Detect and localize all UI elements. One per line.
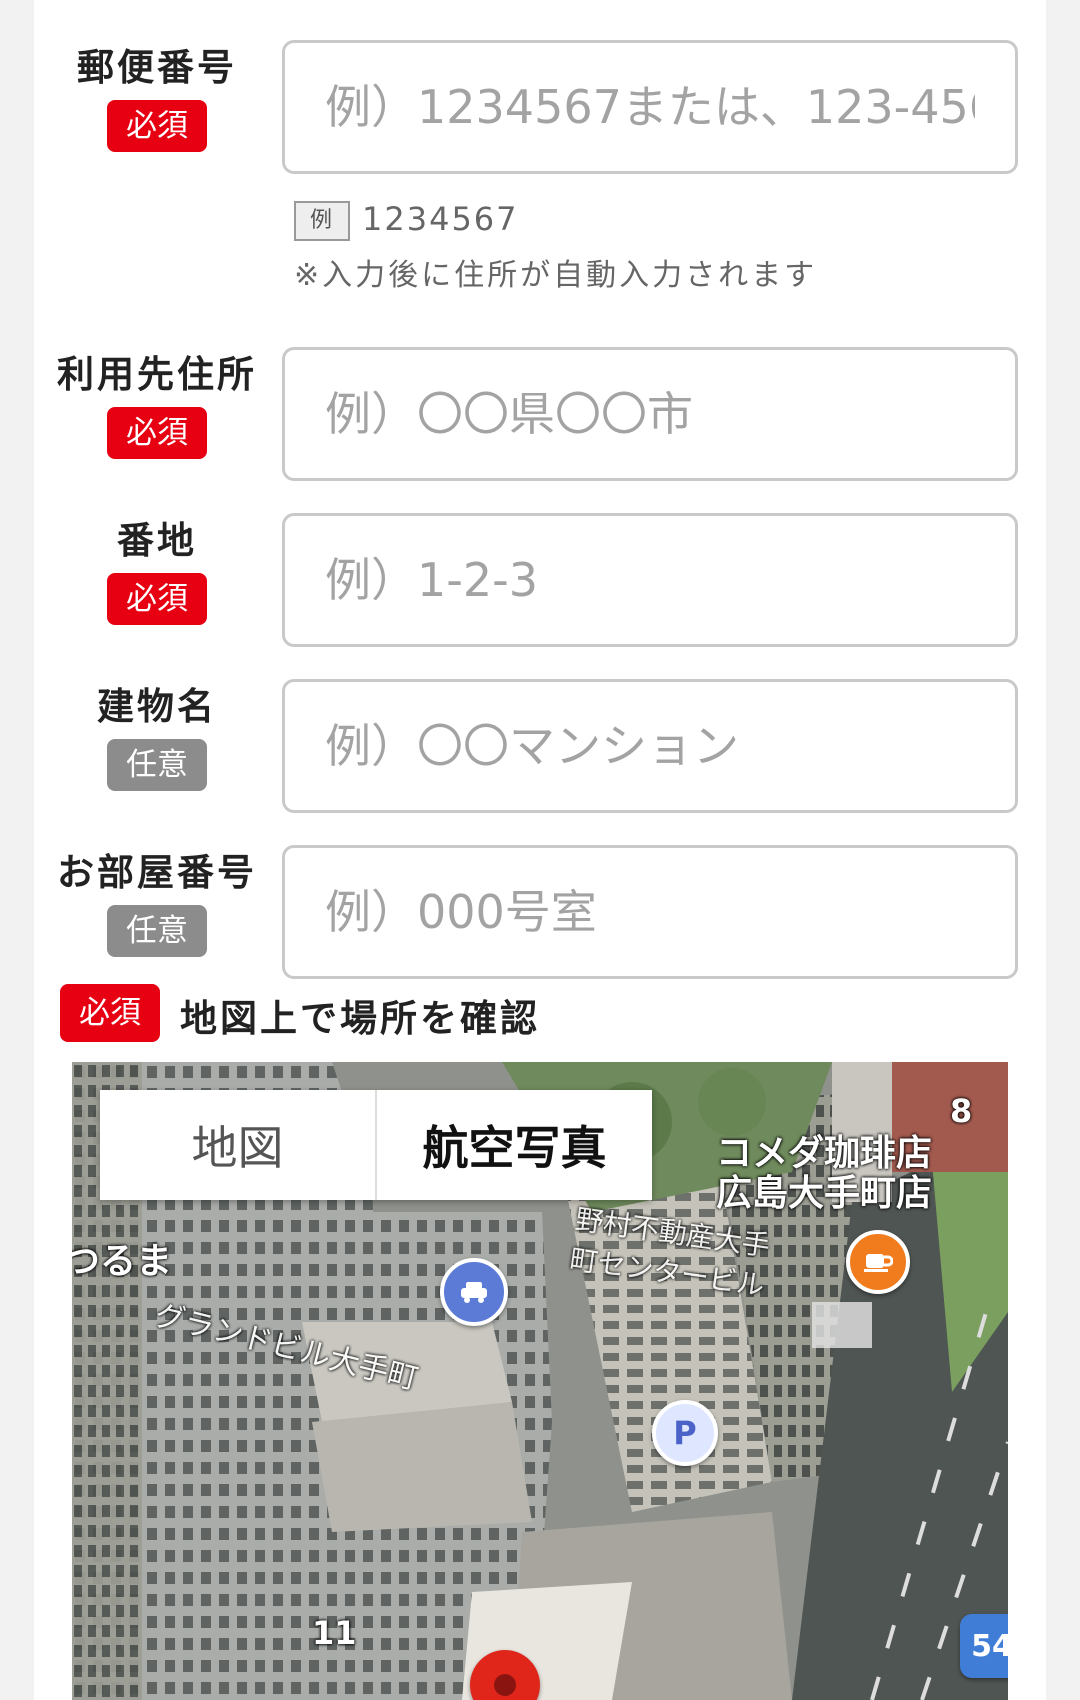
cafe-icon[interactable]: [846, 1230, 910, 1294]
building-label-col: 建物名 任意: [34, 683, 280, 791]
coffee-cup-icon: [864, 1254, 893, 1272]
example-badge: 例: [294, 201, 350, 241]
postal-example-value: 1234567: [362, 200, 519, 238]
address-label: 利用先住所: [57, 353, 257, 396]
car-icon: [461, 1282, 487, 1303]
street-label-col: 番地 必須: [34, 517, 280, 625]
required-badge: 必須: [107, 407, 207, 459]
route-54-shield: 54: [960, 1614, 1008, 1678]
route-11-label: 11: [312, 1614, 357, 1652]
room-input[interactable]: [282, 845, 1018, 979]
map-view[interactable]: つるま グランドビル大手町 野村不動産大手町センタービル コメダ珈琲店 広島大手…: [72, 1062, 1008, 1700]
map-type-map-button[interactable]: 地図: [100, 1090, 375, 1200]
street-input[interactable]: [282, 513, 1018, 647]
form-panel: 郵便番号 必須 例 1234567 ※入力後に住所が自動入力されます 利用先住所 …: [34, 0, 1046, 1700]
postal-note: ※入力後に住所が自動入力されます: [294, 258, 818, 293]
address-input[interactable]: [282, 347, 1018, 481]
route-8-label: 8: [950, 1092, 973, 1130]
room-label: お部屋番号: [57, 851, 257, 894]
optional-badge: 任意: [107, 905, 207, 957]
map-title-row: 必須 地図上で場所を確認: [60, 984, 537, 1042]
address-label-col: 利用先住所 必須: [34, 351, 280, 459]
building-label: 建物名: [97, 685, 217, 728]
taxi-icon[interactable]: [440, 1258, 508, 1326]
building-input[interactable]: [282, 679, 1018, 813]
required-badge: 必須: [60, 984, 160, 1042]
room-label-col: お部屋番号 任意: [34, 849, 280, 957]
map-label-tsuruma: つるま: [72, 1241, 173, 1282]
map-type-aerial-button[interactable]: 航空写真: [375, 1090, 652, 1200]
map-label-cafe[interactable]: コメダ珈琲店 広島大手町店: [716, 1134, 932, 1214]
optional-badge: 任意: [107, 739, 207, 791]
parking-icon[interactable]: P: [652, 1400, 718, 1466]
postal-label-col: 郵便番号 必須: [34, 44, 280, 152]
map-title: 地図上で場所を確認: [180, 997, 540, 1040]
postal-input[interactable]: [282, 40, 1018, 174]
map-type-toggle: 地図 航空写真: [100, 1090, 652, 1200]
required-badge: 必須: [107, 573, 207, 625]
postal-label: 郵便番号: [77, 46, 237, 89]
street-label: 番地: [117, 519, 197, 562]
marker-dot: [494, 1674, 516, 1696]
required-badge: 必須: [107, 100, 207, 152]
postal-hint: 例 1234567: [294, 200, 519, 241]
